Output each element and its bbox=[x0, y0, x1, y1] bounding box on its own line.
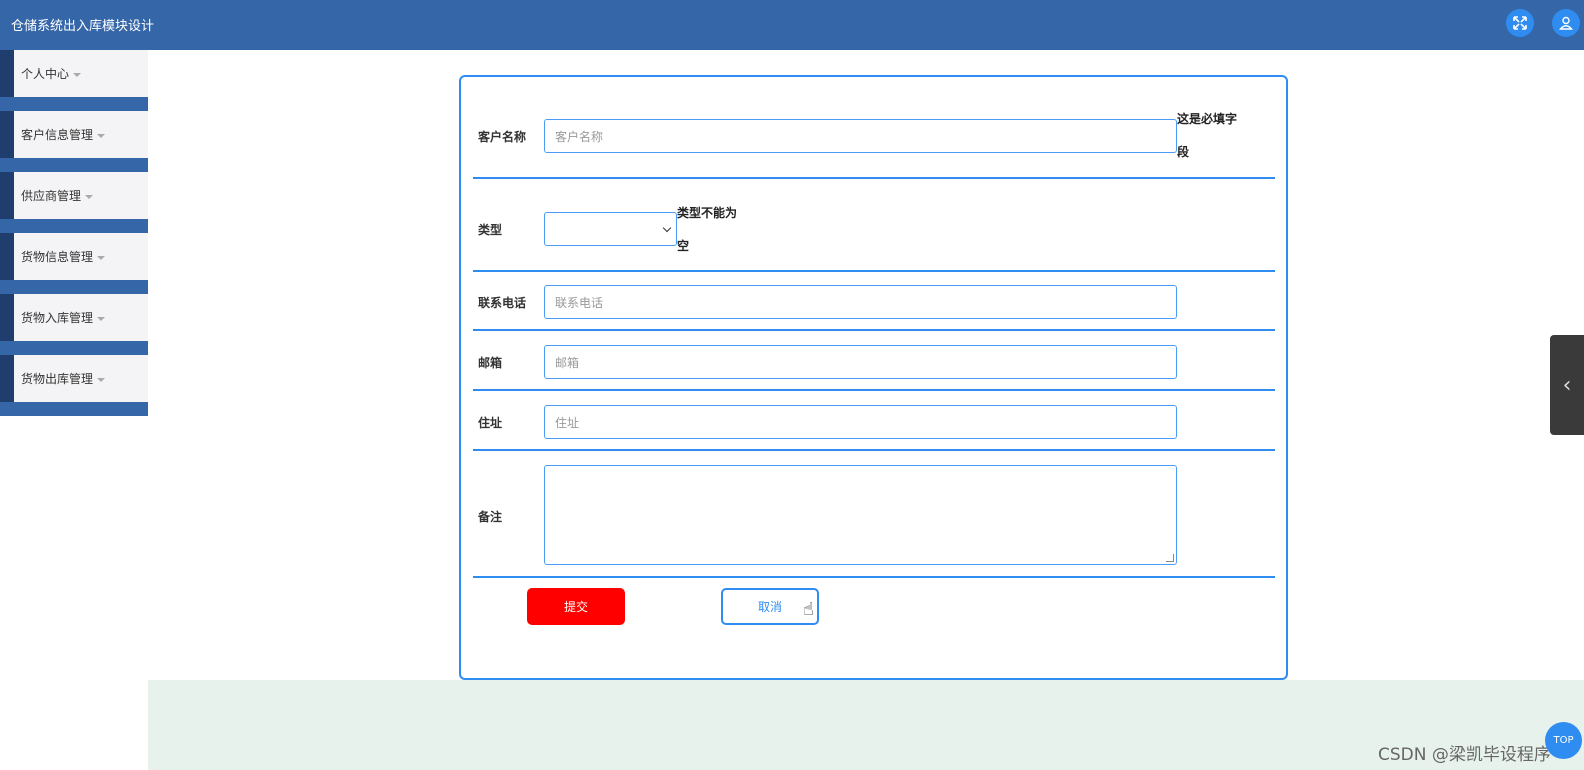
sidebar-item-label: 供应商管理 bbox=[21, 189, 82, 203]
sidebar-item-customer-info[interactable]: 客户信息管理 bbox=[0, 111, 148, 172]
form-row-email: 邮箱 邮箱 bbox=[473, 331, 1275, 391]
email-label: 邮箱 bbox=[478, 356, 503, 370]
side-collapse-tab[interactable]: ‹ bbox=[1550, 335, 1584, 435]
type-select[interactable] bbox=[544, 212, 677, 246]
address-label: 住址 bbox=[478, 416, 503, 430]
caret-down-icon bbox=[73, 72, 82, 77]
submit-button[interactable]: 提交 bbox=[527, 588, 625, 625]
watermark: CSDN @梁凯毕设程序 bbox=[1378, 745, 1551, 765]
content-footer-area bbox=[148, 680, 1584, 770]
customer-name-label: 客户名称 bbox=[478, 130, 527, 144]
customer-name-error-line2: 段 bbox=[1177, 145, 1190, 159]
form-row-customer-name: 客户名称 客户名称 这是必填字 段 bbox=[473, 77, 1275, 179]
form-row-remark: 备注 bbox=[473, 451, 1275, 578]
caret-down-icon bbox=[97, 255, 106, 260]
caret-down-icon bbox=[97, 316, 106, 321]
sidebar-item-label: 个人中心 bbox=[21, 67, 70, 81]
chevron-left-icon: ‹ bbox=[1562, 372, 1572, 398]
expand-icon[interactable] bbox=[1506, 9, 1534, 37]
phone-label: 联系电话 bbox=[478, 296, 527, 310]
hand-cursor-icon: ☝ bbox=[803, 599, 814, 620]
email-input[interactable]: 邮箱 bbox=[544, 345, 1177, 379]
caret-down-icon bbox=[97, 133, 106, 138]
form-row-phone: 联系电话 联系电话 bbox=[473, 272, 1275, 331]
address-input[interactable]: 住址 bbox=[544, 405, 1177, 439]
sidebar: 个人中心 客户信息管理 供应商管理 货物信息管理 货物入库管理 货物出库管理 bbox=[0, 50, 148, 420]
resize-handle-icon[interactable] bbox=[1166, 554, 1174, 562]
sidebar-item-goods-outbound[interactable]: 货物出库管理 bbox=[0, 355, 148, 416]
sidebar-item-label: 货物入库管理 bbox=[21, 311, 94, 325]
back-to-top-button[interactable]: TOP bbox=[1545, 722, 1582, 759]
remark-textarea[interactable] bbox=[544, 465, 1177, 565]
form-row-type: 类型 类型不能为 空 bbox=[473, 179, 1275, 272]
type-error-line1: 类型不能为 bbox=[677, 206, 738, 220]
top-bar: 仓储系统出入库模块设计 bbox=[0, 0, 1584, 50]
user-icon[interactable] bbox=[1552, 9, 1580, 37]
customer-name-error-line1: 这是必填字 bbox=[1177, 112, 1238, 126]
customer-name-input[interactable]: 客户名称 bbox=[544, 119, 1177, 153]
sidebar-item-label: 货物信息管理 bbox=[21, 250, 94, 264]
phone-input[interactable]: 联系电话 bbox=[544, 285, 1177, 319]
type-error-line2: 空 bbox=[677, 239, 690, 253]
remark-label: 备注 bbox=[478, 510, 503, 524]
sidebar-item-label: 客户信息管理 bbox=[21, 128, 94, 142]
sidebar-item-supplier[interactable]: 供应商管理 bbox=[0, 172, 148, 233]
sidebar-item-personal-center[interactable]: 个人中心 bbox=[0, 50, 148, 111]
sidebar-item-goods-inbound[interactable]: 货物入库管理 bbox=[0, 294, 148, 355]
customer-form: 客户名称 客户名称 这是必填字 段 类型 类型不能为 空 联系电话 联系电话 邮… bbox=[459, 75, 1288, 680]
app-title: 仓储系统出入库模块设计 bbox=[11, 19, 155, 34]
form-row-address: 住址 住址 bbox=[473, 391, 1275, 451]
chevron-down-icon bbox=[662, 223, 672, 233]
caret-down-icon bbox=[85, 194, 94, 199]
sidebar-item-goods-info[interactable]: 货物信息管理 bbox=[0, 233, 148, 294]
sidebar-item-label: 货物出库管理 bbox=[21, 372, 94, 386]
type-label: 类型 bbox=[478, 223, 503, 237]
caret-down-icon bbox=[97, 377, 106, 382]
